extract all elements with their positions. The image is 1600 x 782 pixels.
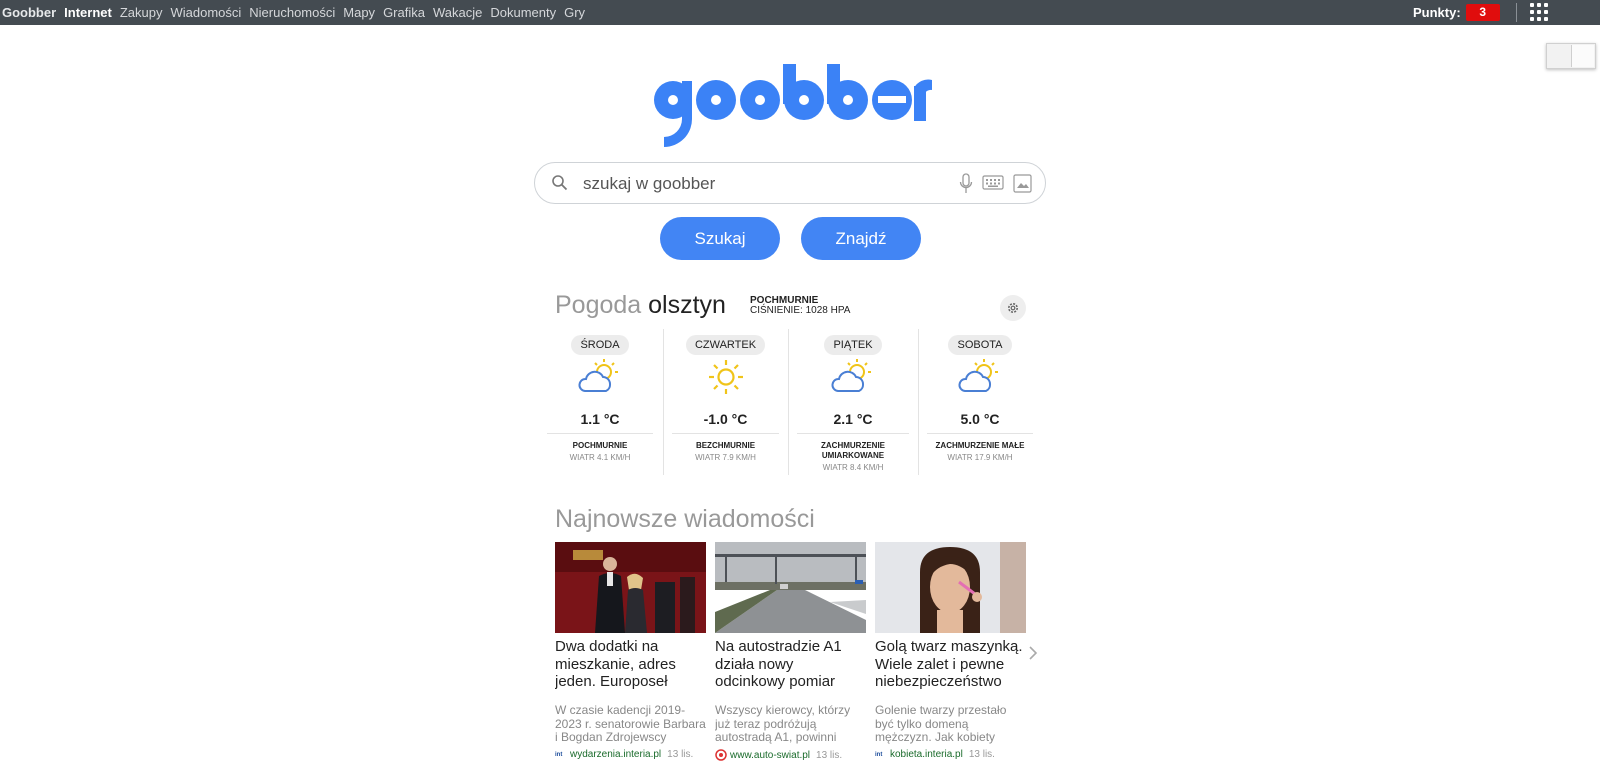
day-description: POCHMURNIE	[572, 441, 628, 450]
nav-item-gry[interactable]: Gry	[564, 5, 585, 20]
keyboard-icon[interactable]	[982, 175, 1004, 190]
news-card[interactable]: Na autostradzie A1 działa nowy odcinkowy…	[715, 542, 866, 761]
chevron-right-icon[interactable]	[1028, 645, 1038, 661]
weather-label: Pogoda	[555, 291, 642, 319]
search-box	[534, 162, 1046, 204]
cloud-sun-icon	[958, 359, 998, 392]
pressure-text: CIŚNIENIE: 1028 HPA	[750, 305, 851, 316]
news-source: int kobieta.interia.pl 13 lis.	[875, 749, 1026, 760]
nav-item-wakacje[interactable]: Wakacje	[433, 5, 482, 20]
news-source-link[interactable]: wydarzenia.interia.pl	[570, 749, 661, 760]
day-wind: WIATR 8.4 KM/H	[822, 463, 884, 472]
gear-icon	[1008, 303, 1018, 313]
day-description: ZACHMURZENIE MAŁE	[935, 441, 1025, 450]
day-temperature: 2.1 °C	[833, 411, 873, 427]
forecast-day: ŚRODA 1.1 °C POCHMURNIE WIATR 4.1 KM/H	[541, 329, 659, 475]
cloud-sun-icon	[831, 359, 871, 392]
news-snippet: Wszyscy kierowcy, którzy już teraz podró…	[715, 704, 851, 744]
day-temperature: 5.0 °C	[960, 411, 1000, 427]
news-date: 13 lis.	[968, 749, 995, 760]
day-description: ZACHMURZENIE UMIARKOWANE	[821, 441, 885, 460]
goobber-logo	[654, 64, 932, 147]
news-source: www.auto-swiat.pl 13 lis.	[715, 749, 866, 761]
image-search-icon[interactable]	[1013, 174, 1032, 193]
weather-title: Pogoda olsztyn	[555, 291, 726, 320]
nav-item-goobber[interactable]: Goobber	[2, 5, 56, 20]
search-icon	[552, 175, 568, 191]
news-headline[interactable]: Golą twarz maszynką. Wiele zalet i pewne…	[875, 638, 1026, 693]
news-source-link[interactable]: www.auto-swiat.pl	[730, 750, 810, 761]
nav-item-wiadomosci[interactable]: Wiadomości	[170, 5, 241, 20]
divider	[1516, 3, 1517, 22]
microphone-icon[interactable]	[959, 173, 973, 195]
day-temperature: -1.0 °C	[703, 411, 748, 427]
weather-forecast: ŚRODA 1.1 °C POCHMURNIE WIATR 4.1 KM/H C…	[541, 329, 1039, 475]
weather-city[interactable]: olsztyn	[648, 291, 726, 319]
top-navigation-bar: Goobber Internet Zakupy Wiadomości Nieru…	[0, 0, 1600, 25]
day-name: CZWARTEK	[685, 335, 766, 355]
weather-current-condition: POCHMURNIE CIŚNIENIE: 1028 HPA	[750, 296, 850, 316]
points-label: Punkty:	[1413, 5, 1461, 20]
nav-item-nieruchomosci[interactable]: Nieruchomości	[249, 5, 335, 20]
points-badge: 3	[1465, 4, 1500, 21]
theme-toggle[interactable]	[1546, 43, 1596, 69]
day-wind: WIATR 4.1 KM/H	[569, 453, 631, 462]
news-date: 13 lis.	[667, 749, 694, 760]
interia-logo-icon: int	[555, 751, 563, 758]
points-display: Punkty: 3	[1413, 0, 1500, 25]
day-name: PIĄTEK	[824, 335, 882, 355]
sun-icon	[708, 360, 743, 394]
apps-grid-icon[interactable]	[1530, 3, 1548, 21]
news-thumbnail[interactable]	[875, 542, 1026, 633]
nav-item-zakupy[interactable]: Zakupy	[120, 5, 163, 20]
day-name: ŚRODA	[571, 335, 629, 355]
szukaj-button[interactable]: Szukaj	[660, 217, 780, 260]
news-date: 13 lis.	[816, 749, 843, 761]
nav-item-grafika[interactable]: Grafika	[383, 5, 425, 20]
news-headline[interactable]: Dwa dodatki na mieszkanie, adres jeden. …	[555, 638, 706, 693]
day-wind: WIATR 17.9 KM/H	[947, 453, 1013, 462]
day-temperature: 1.1 °C	[580, 411, 620, 427]
news-thumbnail[interactable]	[715, 542, 866, 633]
search-input[interactable]	[581, 171, 915, 197]
znajdz-button[interactable]: Znajdź	[801, 217, 921, 260]
news-source-link[interactable]: kobieta.interia.pl	[890, 749, 963, 760]
day-name: SOBOTA	[948, 335, 1012, 355]
interia-logo-icon: int	[875, 751, 883, 758]
nav-item-mapy[interactable]: Mapy	[343, 5, 375, 20]
news-snippet: W czasie kadencji 2019-2023 r. senatorow…	[555, 704, 706, 744]
news-section-title: Najnowsze wiadomości	[555, 505, 815, 533]
cloud-sun-icon	[578, 359, 618, 392]
news-card[interactable]: Dwa dodatki na mieszkanie, adres jeden. …	[555, 542, 706, 760]
news-card[interactable]: Golą twarz maszynką. Wiele zalet i pewne…	[875, 542, 1026, 760]
top-nav: Goobber Internet Zakupy Wiadomości Nieru…	[2, 0, 593, 25]
weather-settings-button[interactable]	[1000, 295, 1026, 321]
day-wind: WIATR 7.9 KM/H	[695, 453, 756, 462]
forecast-day: CZWARTEK -1.0 °C BEZCHMURNIE WIATR 7.9 K…	[666, 329, 785, 475]
nav-item-internet[interactable]: Internet	[64, 5, 112, 20]
forecast-day: SOBOTA 5.0 °C ZACHMURZENIE MAŁE WIATR 17…	[921, 329, 1039, 475]
nav-item-dokumenty[interactable]: Dokumenty	[490, 5, 556, 20]
forecast-day: PIĄTEK 2.1 °C ZACHMURZENIE UMIARKOWANE W…	[791, 329, 915, 475]
news-source: int wydarzenia.interia.pl 13 lis.	[555, 749, 706, 760]
news-snippet: Golenie twarzy przestało być tylko domen…	[875, 704, 1007, 744]
news-thumbnail[interactable]	[555, 542, 706, 633]
day-description: BEZCHMURNIE	[695, 441, 756, 450]
auto-swiat-logo-icon	[715, 749, 727, 761]
news-headline[interactable]: Na autostradzie A1 działa nowy odcinkowy…	[715, 638, 866, 693]
